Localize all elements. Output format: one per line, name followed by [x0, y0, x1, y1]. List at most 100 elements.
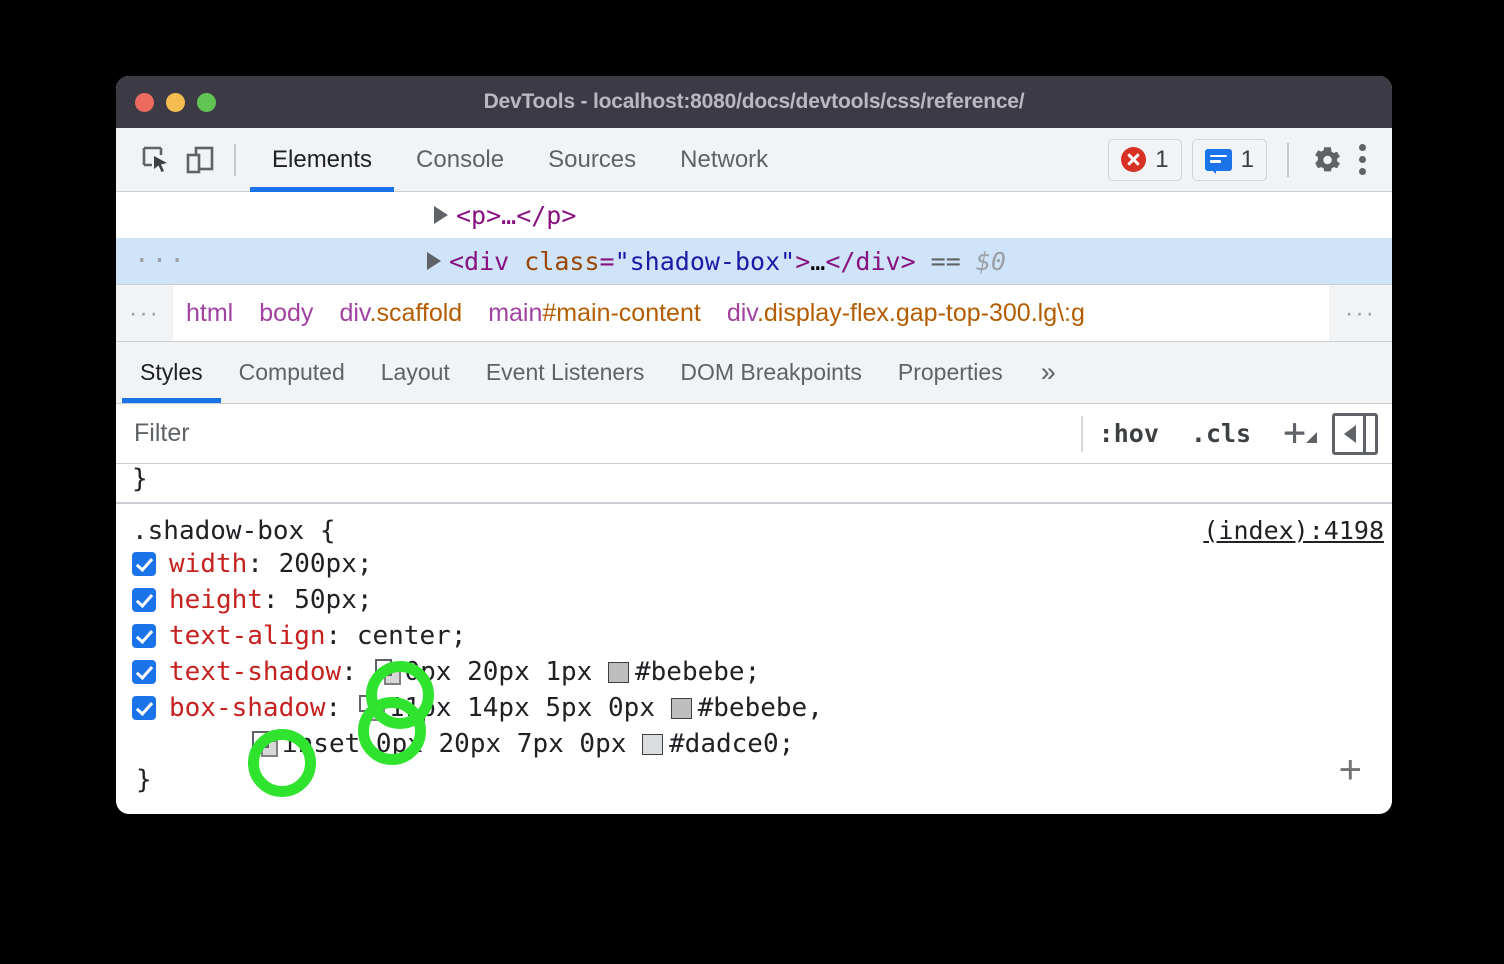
breadcrumb-item-main-mod: #main-content [542, 299, 700, 327]
styles-pane-tabs: Styles Computed Layout Event Listeners D… [116, 342, 1392, 404]
dom-row-shadow-box-text: <div class="shadow-box">…</div> == $0 [449, 247, 1006, 276]
color-swatch[interactable] [608, 662, 629, 683]
style-rule-origin-link[interactable]: (index):4198 [1203, 516, 1384, 545]
declaration-height-value[interactable]: 50px; [294, 585, 372, 615]
declaration-enabled-checkbox[interactable] [132, 696, 156, 720]
shadow-editor-icon[interactable] [375, 659, 401, 685]
dom-row-shadow-box[interactable]: ··· <div class="shadow-box">…</div> == $… [116, 238, 1392, 284]
declaration-enabled-checkbox[interactable] [132, 552, 156, 576]
expand-arrow-icon[interactable] [427, 252, 441, 270]
chevron-down-icon[interactable] [1306, 432, 1317, 443]
breadcrumb-item-scaffold-mod: .scaffold [370, 299, 463, 327]
tab-sources[interactable]: Sources [526, 128, 658, 192]
declaration-enabled-checkbox[interactable] [132, 588, 156, 612]
tab-computed[interactable]: Computed [221, 342, 363, 403]
declaration-text-align[interactable]: text-align: center; [132, 618, 1392, 654]
more-options-icon[interactable] [1349, 144, 1376, 175]
tab-network[interactable]: Network [658, 128, 790, 192]
declaration-text-align-value[interactable]: center; [357, 621, 467, 651]
message-icon-lines [1210, 155, 1227, 166]
dom-row-p[interactable]: <p>…</p> [116, 192, 1392, 238]
style-rule-shadow-box: .shadow-box { (index):4198 width: 200px;… [116, 504, 1392, 798]
declaration-text-shadow-value[interactable]: 0px 20px 1px [405, 657, 593, 687]
chevron-right-double-icon[interactable]: » [1021, 342, 1076, 403]
breadcrumb-item-html-tag: html [186, 299, 233, 327]
declaration-box-shadow-second-value[interactable]: inset 0px 20px 7px 0px [282, 729, 626, 759]
shadow-editor-icon[interactable] [252, 731, 278, 757]
color-swatch[interactable] [642, 734, 663, 755]
declaration-box-shadow-value[interactable]: 11px 14px 5px 0px [389, 693, 655, 723]
breadcrumb-item-main-tag: main [488, 299, 542, 327]
tab-network-label: Network [680, 146, 768, 174]
color-swatch[interactable] [671, 698, 692, 719]
declaration-height-property[interactable]: height [169, 585, 263, 615]
declaration-width[interactable]: width: 200px; [132, 546, 1392, 582]
declaration-box-shadow-second-layer[interactable]: inset 0px 20px 7px 0px #dadce0; [132, 726, 1392, 762]
styles-pane: } .shadow-box { (index):4198 width: 200p… [116, 464, 1392, 798]
close-window-button[interactable] [135, 93, 154, 112]
declaration-text-align-property[interactable]: text-align [169, 621, 326, 651]
breadcrumb-overflow-start[interactable]: ··· [116, 285, 173, 341]
gear-icon[interactable] [1305, 138, 1349, 182]
tab-console[interactable]: Console [394, 128, 526, 192]
maximize-window-button[interactable] [197, 93, 216, 112]
error-count-badge[interactable]: 1 [1108, 139, 1181, 181]
declaration-box-shadow-color[interactable]: #bebebe, [698, 693, 823, 723]
declaration-enabled-checkbox[interactable] [132, 624, 156, 648]
breadcrumb-item-main[interactable]: main#main-content [475, 299, 714, 328]
style-rule-close-brace-text: } [136, 765, 152, 795]
tab-layout-label: Layout [381, 359, 450, 386]
filter-input[interactable] [116, 404, 1081, 463]
device-toolbar-icon[interactable] [178, 138, 222, 182]
tab-properties[interactable]: Properties [880, 342, 1021, 403]
computed-sidebar-toggle-icon[interactable] [1332, 413, 1378, 455]
minimize-window-button[interactable] [166, 93, 185, 112]
breadcrumb-item-body[interactable]: body [246, 299, 326, 328]
warning-count-label: 1 [1241, 146, 1254, 174]
declaration-text-shadow[interactable]: text-shadow: 0px 20px 1px #bebebe; [132, 654, 1392, 690]
breadcrumb-item-html[interactable]: html [173, 299, 246, 328]
tab-elements[interactable]: Elements [250, 128, 394, 192]
tab-layout[interactable]: Layout [363, 342, 468, 403]
declaration-text-shadow-property[interactable]: text-shadow [169, 657, 341, 687]
declaration-text-shadow-color[interactable]: #bebebe; [635, 657, 760, 687]
tab-event-listeners-label: Event Listeners [486, 359, 645, 386]
inspect-element-icon[interactable] [134, 138, 178, 182]
style-rule-close-brace: } [132, 762, 1392, 798]
tab-styles-label: Styles [140, 359, 203, 386]
declaration-box-shadow-property[interactable]: box-shadow [169, 693, 326, 723]
declaration-width-property[interactable]: width [169, 549, 247, 579]
error-count-label: 1 [1155, 146, 1168, 174]
breadcrumb-item-flex[interactable]: div.display-flex.gap-top-300.lg\:g [714, 299, 1098, 328]
plus-icon: + [1283, 410, 1306, 454]
tab-styles[interactable]: Styles [122, 342, 221, 403]
breadcrumb-overflow-end[interactable]: ··· [1329, 285, 1392, 341]
error-icon [1121, 147, 1146, 172]
tab-dom-breakpoints[interactable]: DOM Breakpoints [662, 342, 880, 403]
element-classes-button[interactable]: .cls [1175, 419, 1267, 448]
new-style-rule-button[interactable]: + [1267, 417, 1326, 451]
declaration-height[interactable]: height: 50px; [132, 582, 1392, 618]
declaration-enabled-checkbox[interactable] [132, 660, 156, 684]
devtools-toolbar: Elements Console Sources Network 1 1 [116, 128, 1392, 192]
breadcrumb-item-scaffold-tag: div [339, 299, 369, 327]
breadcrumb: ··· html body div.scaffold main#main-con… [116, 284, 1392, 342]
dom-row-p-text: <p>…</p> [456, 201, 576, 230]
add-property-button[interactable]: + [1339, 756, 1362, 784]
declaration-width-value[interactable]: 200px; [279, 549, 373, 579]
force-state-button[interactable]: :hov [1083, 419, 1175, 448]
breadcrumb-item-scaffold[interactable]: div.scaffold [326, 299, 475, 328]
breadcrumb-item-flex-mod: .display-flex.gap-top-300.lg\:g [757, 299, 1085, 327]
breadcrumb-item-flex-tag: div [727, 299, 757, 327]
shadow-editor-icon[interactable] [359, 695, 385, 721]
warning-count-badge[interactable]: 1 [1192, 139, 1267, 181]
styles-filter-bar: :hov .cls + [116, 404, 1392, 464]
declaration-box-shadow[interactable]: box-shadow: 11px 14px 5px 0px #bebebe, [132, 690, 1392, 726]
declaration-box-shadow-second-color[interactable]: #dadce0; [669, 729, 794, 759]
expand-arrow-icon[interactable] [434, 206, 448, 224]
tab-event-listeners[interactable]: Event Listeners [468, 342, 663, 403]
dom-row-ellipsis[interactable]: ··· [116, 246, 187, 276]
tab-properties-label: Properties [898, 359, 1003, 386]
style-rule-selector[interactable]: .shadow-box { [132, 516, 336, 546]
previous-rule-close-brace: } [116, 464, 1392, 504]
